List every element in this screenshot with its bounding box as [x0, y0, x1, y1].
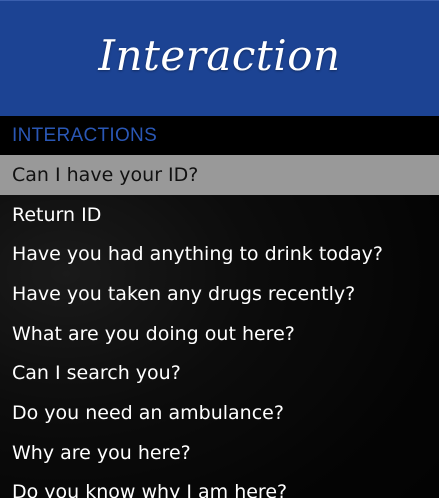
menu-item-ambulance[interactable]: Do you need an ambulance? — [0, 393, 439, 433]
menu-item-drink-question[interactable]: Have you had anything to drink today? — [0, 234, 439, 274]
menu-item-return-id[interactable]: Return ID — [0, 195, 439, 235]
menu-item-why-here[interactable]: Why are you here? — [0, 433, 439, 473]
menu-item-doing-out-here[interactable]: What are you doing out here? — [0, 314, 439, 354]
interaction-menu: Interaction INTERACTIONS Can I have your… — [0, 0, 439, 498]
menu-item-drugs-question[interactable]: Have you taken any drugs recently? — [0, 274, 439, 314]
menu-subtitle: INTERACTIONS — [12, 124, 158, 146]
menu-banner: Interaction — [0, 0, 439, 116]
menu-title: Interaction — [98, 31, 341, 80]
menu-item-list: Can I have your ID? Return ID Have you h… — [0, 155, 439, 498]
menu-item-search[interactable]: Can I search you? — [0, 353, 439, 393]
menu-item-know-why[interactable]: Do you know why I am here? — [0, 473, 439, 498]
menu-subtitle-bar: INTERACTIONS — [0, 116, 439, 155]
menu-item-request-id[interactable]: Can I have your ID? — [0, 155, 439, 195]
